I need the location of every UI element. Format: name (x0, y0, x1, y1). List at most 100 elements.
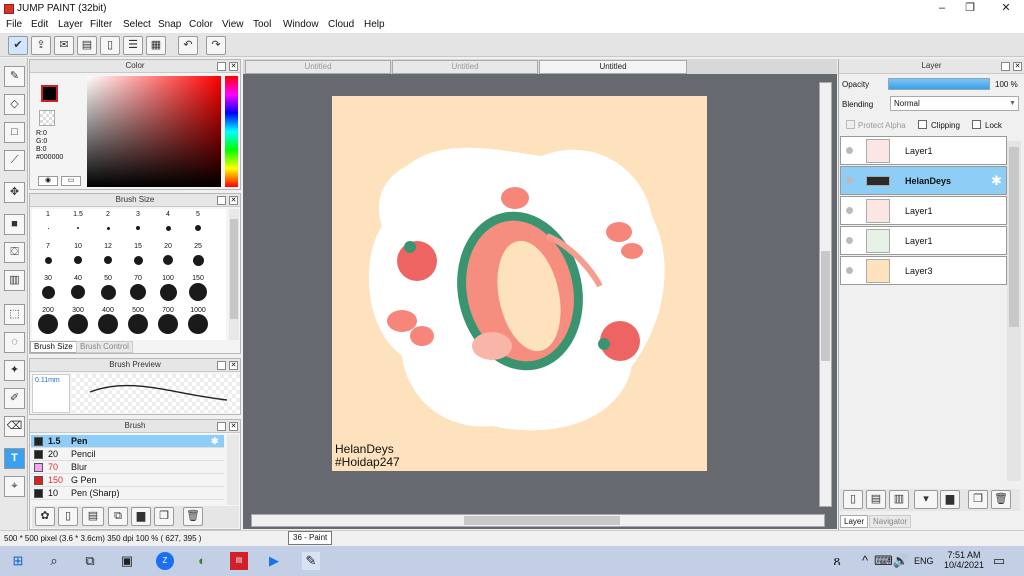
brush-size-option[interactable]: 25 (183, 241, 213, 273)
menu-view[interactable]: View (222, 19, 244, 30)
language-indicator[interactable]: ENG (914, 556, 934, 566)
eraser-tool-icon[interactable]: ◇ (4, 94, 25, 115)
color-toggle-button[interactable]: ▭ (61, 176, 81, 186)
windows-start-icon[interactable]: ⊞ (9, 552, 27, 570)
brush-size-option[interactable]: 40 (63, 273, 93, 305)
notification-icon[interactable]: ▭ (990, 552, 1008, 570)
panel-float-icon[interactable] (217, 361, 226, 370)
select-eraser-tool-icon[interactable]: ⌫ (4, 416, 25, 437)
menu-snap[interactable]: Snap (158, 19, 181, 30)
undo-button[interactable]: ↶ (178, 36, 198, 55)
layer-row[interactable]: Layer3 (840, 256, 1007, 285)
network-icon[interactable]: ⌨ (874, 552, 893, 570)
panel-close-icon[interactable]: ✕ (229, 62, 238, 71)
task-view-icon[interactable]: ⧉ (81, 552, 99, 570)
saturation-value-picker[interactable] (87, 76, 221, 187)
brush-size-option[interactable]: 30 (33, 273, 63, 305)
vertical-scrollbar[interactable] (819, 82, 832, 507)
panel-close-icon[interactable]: ✕ (229, 422, 238, 431)
panel-close-icon[interactable]: ✕ (1013, 62, 1022, 71)
tab-untitled-2[interactable]: Untitled (392, 60, 538, 74)
move-tool-icon[interactable]: ✥ (4, 182, 25, 203)
brush-size-option[interactable]: 12 (93, 241, 123, 273)
brush-size-option[interactable]: 4 (153, 209, 183, 241)
color-mode-button[interactable]: ◉ (38, 176, 58, 186)
panel-close-icon[interactable]: ✕ (229, 361, 238, 370)
layer-visibility-icon[interactable] (846, 267, 853, 274)
menu-help[interactable]: Help (364, 19, 385, 30)
layer-visibility-icon[interactable] (846, 207, 853, 214)
brush-size-option[interactable]: 20 (153, 241, 183, 273)
rect-select-tool-icon[interactable]: □ (4, 122, 25, 143)
panel-float-icon[interactable] (217, 196, 226, 205)
bucket-tool-icon[interactable]: ⛋ (4, 242, 25, 263)
text-tool-icon[interactable]: T (4, 448, 25, 469)
brush-size-option[interactable]: 10 (63, 241, 93, 273)
comment-icon[interactable]: ✉ (54, 36, 74, 55)
brush-size-option[interactable]: 2 (93, 209, 123, 241)
scrollbar-thumb[interactable] (821, 251, 830, 361)
brush-size-option[interactable]: 5 (183, 209, 213, 241)
brush-tool-icon[interactable]: ✎ (4, 66, 25, 87)
layer-folder-icon[interactable]: ▆ (940, 490, 960, 509)
brush-size-option[interactable]: 700 (153, 305, 183, 337)
settings-list-icon[interactable]: ▦ (146, 36, 166, 55)
tab-brush-size[interactable]: Brush Size (30, 341, 77, 353)
layer-row[interactable]: Layer1 (840, 196, 1007, 225)
fill-rect-tool-icon[interactable]: ■ (4, 214, 25, 235)
gradient-tool-icon[interactable]: ▥ (4, 270, 25, 291)
brush-item[interactable]: 150 G Pen (31, 474, 224, 487)
select-pen-tool-icon[interactable]: ✐ (4, 388, 25, 409)
brush-settings-icon[interactable]: ✱ (211, 435, 219, 447)
opacity-slider[interactable] (888, 78, 990, 90)
upload-icon[interactable]: ⇪ (31, 36, 51, 55)
paint-taskbar-icon[interactable]: ✎ (302, 552, 320, 570)
layer-settings-icon[interactable]: ✱ (991, 173, 1002, 189)
panel-float-icon[interactable] (217, 62, 226, 71)
redo-button[interactable]: ↷ (206, 36, 226, 55)
brush-size-option[interactable]: 300 (63, 305, 93, 337)
brush-item[interactable]: 70 Blur (31, 461, 224, 474)
horizontal-scrollbar[interactable] (251, 514, 825, 527)
blending-select[interactable]: Normal (890, 96, 1019, 111)
tab-navigator[interactable]: Navigator (869, 515, 912, 528)
layer-settings-icon[interactable]: ▥ (889, 490, 909, 509)
panel-float-icon[interactable] (217, 422, 226, 431)
brush-list-scrollbar[interactable] (227, 435, 239, 505)
brush-size-option[interactable]: 500 (123, 305, 153, 337)
brush-item[interactable]: 10 Pen (Sharp) (31, 487, 224, 500)
maximize-button[interactable]: ❐ (954, 0, 986, 17)
lock-checkbox[interactable] (972, 120, 981, 129)
layer-menu-icon[interactable]: ▾ (914, 490, 938, 509)
chevron-up-icon[interactable]: ^ (856, 552, 874, 570)
menu-layer[interactable]: Layer (58, 19, 83, 30)
marquee-tool-icon[interactable]: ⬚ (4, 304, 25, 325)
layer-row[interactable]: Layer1 (840, 226, 1007, 255)
transparent-color-swatch[interactable] (39, 110, 55, 126)
clipping-checkbox[interactable] (918, 120, 927, 129)
list-icon[interactable]: ☰ (123, 36, 143, 55)
delete-brush-icon[interactable]: 🗑 (183, 507, 203, 526)
brush-folder-icon[interactable]: ▆ (131, 507, 151, 526)
tab-untitled-3[interactable]: Untitled (539, 60, 687, 74)
lasso-tool-icon[interactable]: ◌ (4, 332, 25, 353)
brush-size-option[interactable]: 15 (123, 241, 153, 273)
panel-close-icon[interactable]: ✕ (229, 196, 238, 205)
tab-brush-control[interactable]: Brush Control (76, 341, 133, 353)
brush-size-option[interactable]: 3 (123, 209, 153, 241)
tab-layer[interactable]: Layer (840, 515, 869, 528)
search-icon[interactable]: ⌕ (45, 552, 63, 570)
scrollbar-thumb[interactable] (230, 219, 238, 319)
layer-visibility-icon[interactable] (846, 177, 853, 184)
brush-size-option[interactable]: 400 (93, 305, 123, 337)
brush-item[interactable]: 1.5 Pen ✱ (31, 435, 224, 448)
zoom-icon[interactable]: ▶ (265, 552, 283, 570)
menu-filter[interactable]: Filter (90, 19, 112, 30)
eyedropper-tool-icon[interactable]: ⌖ (4, 476, 25, 497)
menu-window[interactable]: Window (283, 19, 319, 30)
browser-icon[interactable]: ◐ (193, 552, 211, 570)
brush-menu-icon[interactable]: ▤ (82, 507, 104, 526)
scrollbar-thumb[interactable] (1009, 147, 1019, 327)
brush-size-option[interactable]: 200 (33, 305, 63, 337)
close-button[interactable]: ✕ (990, 0, 1022, 17)
